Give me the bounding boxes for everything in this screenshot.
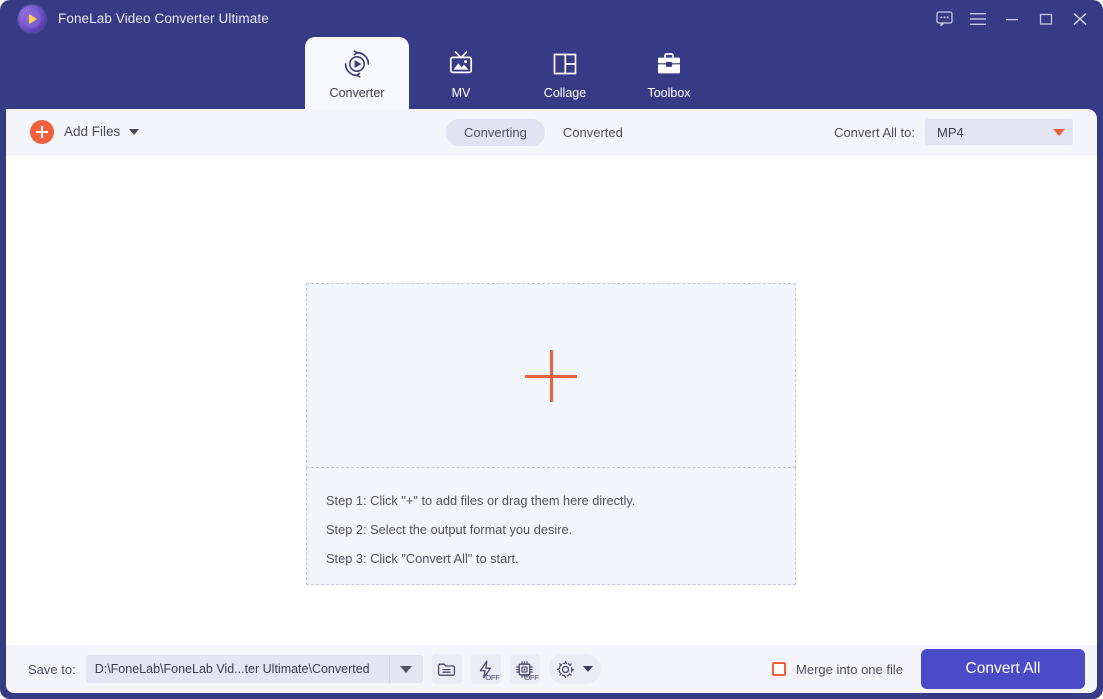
hardware-acceleration-badge: OFF	[485, 673, 500, 682]
convert-all-to-group: Convert All to: MP4	[834, 109, 1073, 155]
content-toolbar: Add Files Converting Converted Convert A…	[6, 109, 1097, 155]
converter-icon	[342, 46, 372, 82]
caret-down-icon	[582, 666, 593, 672]
tab-toolbox[interactable]: Toolbox	[617, 37, 721, 109]
merge-checkbox[interactable]	[772, 662, 787, 676]
app-title: FoneLab Video Converter Ultimate	[58, 11, 269, 26]
caret-down-icon	[400, 665, 413, 673]
hardware-acceleration-icon[interactable]: OFF	[470, 654, 501, 684]
caret-down-icon	[1053, 128, 1065, 136]
title-bar: FoneLab Video Converter Ultimate	[0, 0, 1103, 37]
gpu-chip-icon[interactable]: OFF	[509, 654, 540, 684]
tab-converter[interactable]: Converter	[305, 37, 409, 109]
chevron-down-icon[interactable]	[129, 128, 140, 135]
close-icon[interactable]	[1063, 0, 1097, 37]
maximize-icon[interactable]	[1029, 0, 1063, 37]
main-area: Step 1: Click "+" to add files or drag t…	[6, 155, 1097, 645]
add-files-button[interactable]: Add Files	[30, 119, 140, 144]
tab-converter-label: Converter	[329, 86, 385, 100]
settings-gear-icon[interactable]	[548, 654, 601, 684]
add-files-label: Add Files	[64, 124, 121, 139]
mv-icon	[446, 46, 476, 82]
output-format-select[interactable]: MP4	[925, 119, 1073, 145]
app-window: FoneLab Video Converter Ultimate Convert…	[0, 0, 1103, 699]
window-controls	[927, 0, 1103, 37]
tab-toolbox-label: Toolbox	[647, 86, 691, 100]
output-format-value: MP4	[937, 124, 964, 140]
convert-all-to-label: Convert All to:	[834, 124, 915, 140]
open-folder-icon[interactable]	[431, 654, 462, 684]
tab-converting[interactable]: Converting	[446, 118, 545, 146]
step-line-1: Step 1: Click "+" to add files or drag t…	[326, 493, 636, 508]
main-nav-tabs: Converter MV Collage Toolbox	[0, 37, 1103, 109]
tab-converted[interactable]: Converted	[545, 119, 641, 146]
tab-collage[interactable]: Collage	[513, 37, 617, 109]
plus-icon	[525, 349, 577, 402]
file-dropzone[interactable]	[306, 283, 796, 468]
tab-collage-label: Collage	[543, 86, 587, 100]
save-path-field[interactable]: D:\FoneLab\FoneLab Vid...ter Ultimate\Co…	[85, 655, 423, 683]
step-line-2: Step 2: Select the output format you des…	[326, 522, 573, 537]
app-logo-icon	[18, 4, 46, 33]
step-line-3: Step 3: Click "Convert All" to start.	[326, 551, 519, 566]
toolbox-icon	[654, 46, 684, 82]
feedback-icon[interactable]	[927, 0, 961, 37]
merge-into-one-file-option[interactable]: Merge into one file	[772, 662, 903, 677]
convert-all-button[interactable]: Convert All	[921, 649, 1085, 689]
minimize-icon[interactable]	[995, 0, 1029, 37]
steps-panel: Step 1: Click "+" to add files or drag t…	[306, 468, 796, 585]
bottom-bar: Save to: D:\FoneLab\FoneLab Vid...ter Ul…	[6, 645, 1097, 693]
collage-icon	[550, 46, 580, 82]
merge-label: Merge into one file	[796, 661, 903, 677]
content-body: Add Files Converting Converted Convert A…	[6, 109, 1097, 693]
menu-icon[interactable]	[961, 0, 995, 37]
save-to-label: Save to:	[28, 661, 76, 677]
save-path-value: D:\FoneLab\FoneLab Vid...ter Ultimate\Co…	[94, 662, 370, 676]
tab-mv-label: MV	[451, 86, 471, 100]
queue-segment-tabs: Converting Converted	[446, 109, 641, 155]
app-logo-play-icon	[29, 13, 37, 24]
tab-mv[interactable]: MV	[409, 37, 513, 109]
plus-circle-icon	[30, 119, 54, 144]
gpu-chip-badge: OFF	[524, 673, 539, 682]
save-path-dropdown-button[interactable]	[388, 655, 423, 683]
